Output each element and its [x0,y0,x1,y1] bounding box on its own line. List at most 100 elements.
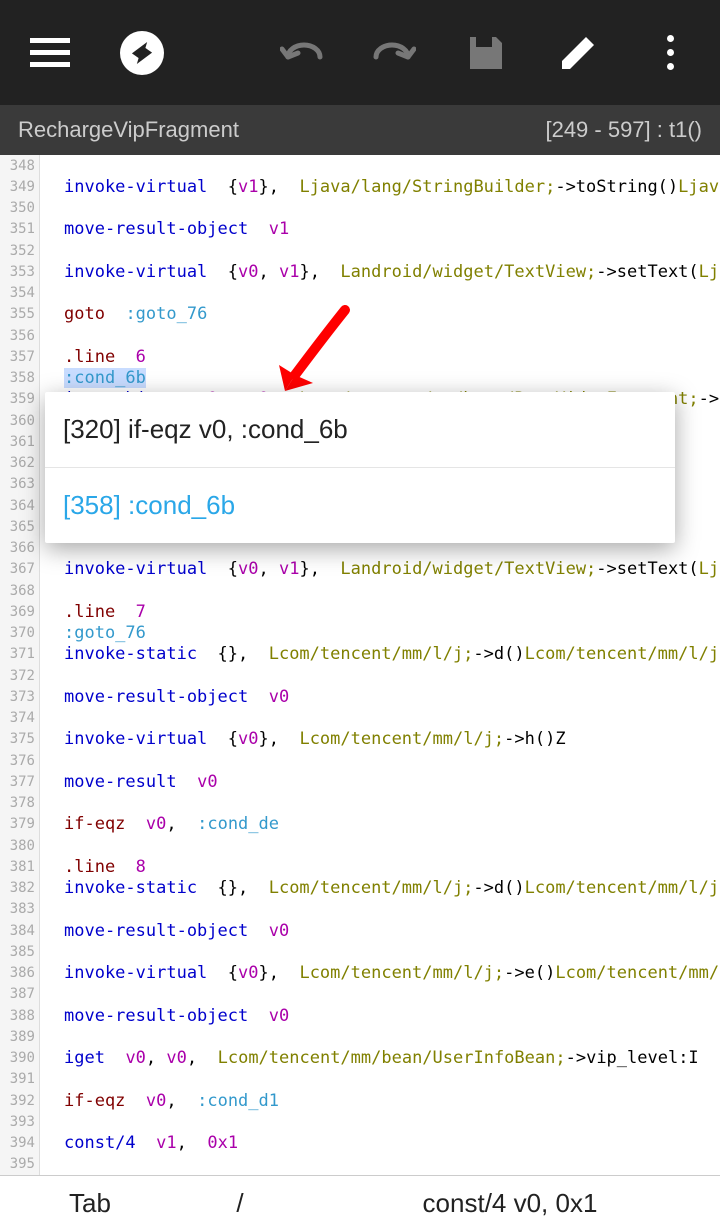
code-line[interactable]: 348 [0,155,720,176]
code-line[interactable]: 350 [0,198,720,219]
line-number: 368 [0,583,40,599]
code-line[interactable]: 374 [0,708,720,729]
line-number: 392 [0,1093,40,1109]
code-content: goto :goto_76 [40,304,720,324]
code-content: move-result-object v0 [40,687,720,707]
line-number: 386 [0,965,40,981]
code-line[interactable]: 371invoke-static {}, Lcom/tencent/mm/l/j… [0,644,720,665]
line-number: 369 [0,604,40,620]
code-line[interactable]: 357.line 6 [0,346,720,367]
code-line[interactable]: 383 [0,899,720,920]
line-number: 362 [0,455,40,471]
code-line[interactable]: 390iget v0, v0, Lcom/tencent/mm/bean/Use… [0,1048,720,1069]
code-line[interactable]: 386invoke-virtual {v0}, Lcom/tencent/mm/… [0,963,720,984]
code-line[interactable]: 385 [0,941,720,962]
code-line[interactable]: 367invoke-virtual {v0, v1}, Landroid/wid… [0,559,720,580]
code-content: const/4 v1, 0x1 [40,1133,720,1153]
redo-icon[interactable] [372,31,416,75]
code-content: .line 7 [40,602,720,622]
undo-icon[interactable] [280,31,324,75]
line-number: 361 [0,434,40,450]
line-number: 389 [0,1029,40,1045]
code-line[interactable]: 395 [0,1154,720,1175]
line-number: 355 [0,306,40,322]
code-line[interactable]: 394const/4 v1, 0x1 [0,1133,720,1154]
line-number: 380 [0,838,40,854]
code-content: :cond_6b [40,368,720,388]
code-line[interactable]: 384move-result-object v0 [0,920,720,941]
line-number: 374 [0,710,40,726]
line-number: 358 [0,370,40,386]
line-number: 357 [0,349,40,365]
code-line[interactable]: 380 [0,835,720,856]
line-number: 390 [0,1050,40,1066]
code-line[interactable]: 355goto :goto_76 [0,304,720,325]
code-line[interactable]: 389 [0,1026,720,1047]
compass-icon[interactable] [120,31,164,75]
code-line[interactable]: 372 [0,665,720,686]
code-content: move-result-object v1 [40,219,720,239]
popup-result-item[interactable]: [358] :cond_6b [45,468,675,543]
code-line[interactable]: 356 [0,325,720,346]
code-line[interactable]: 387 [0,984,720,1005]
code-line[interactable]: 377move-result v0 [0,771,720,792]
code-line[interactable]: 388move-result-object v0 [0,1005,720,1026]
code-line[interactable]: 349invoke-virtual {v1}, Ljava/lang/Strin… [0,176,720,197]
overflow-icon[interactable] [648,31,692,75]
tab-button[interactable]: Tab [0,1188,180,1219]
toolbar [0,0,720,105]
code-content: invoke-static {}, Lcom/tencent/mm/l/j;->… [40,878,720,898]
code-editor[interactable]: 348349invoke-virtual {v1}, Ljava/lang/St… [0,155,720,1175]
line-number: 388 [0,1008,40,1024]
save-icon[interactable] [464,31,508,75]
code-line[interactable]: 393 [0,1111,720,1132]
code-content: .line 8 [40,857,720,877]
edit-icon[interactable] [556,31,600,75]
bottom-toolbar: Tab / const/4 v0, 0x1 [0,1175,720,1230]
line-number: 354 [0,285,40,301]
line-number: 391 [0,1071,40,1087]
code-line[interactable]: 376 [0,750,720,771]
code-line[interactable]: 378 [0,793,720,814]
code-line[interactable]: 368 [0,580,720,601]
slash-button[interactable]: / [180,1188,300,1219]
menu-icon[interactable] [28,31,72,75]
line-number: 352 [0,243,40,259]
code-line[interactable]: 358:cond_6b [0,368,720,389]
code-line[interactable]: 370:goto_76 [0,623,720,644]
code-line[interactable]: 392if-eqz v0, :cond_d1 [0,1090,720,1111]
line-number: 365 [0,519,40,535]
code-content: move-result v0 [40,772,720,792]
code-content: .line 6 [40,347,720,367]
code-line[interactable]: 373move-result-object v0 [0,686,720,707]
line-number: 394 [0,1135,40,1151]
code-content: invoke-virtual {v0, v1}, Landroid/widget… [40,559,720,579]
line-number: 356 [0,328,40,344]
search-results-popup: [320] if-eqz v0, :cond_6b [358] :cond_6b [45,392,675,543]
code-line[interactable]: 354 [0,283,720,304]
line-number: 383 [0,901,40,917]
code-line[interactable]: 381.line 8 [0,856,720,877]
line-number: 393 [0,1114,40,1130]
code-line[interactable]: 369.line 7 [0,601,720,622]
line-number: 373 [0,689,40,705]
snippet-button[interactable]: const/4 v0, 0x1 [300,1188,720,1219]
code-line[interactable]: 375invoke-virtual {v0}, Lcom/tencent/mm/… [0,729,720,750]
popup-result-item[interactable]: [320] if-eqz v0, :cond_6b [45,392,675,468]
code-line[interactable]: 352 [0,240,720,261]
line-number: 367 [0,561,40,577]
code-line[interactable]: 382invoke-static {}, Lcom/tencent/mm/l/j… [0,878,720,899]
line-number: 349 [0,179,40,195]
line-number: 372 [0,668,40,684]
code-content: :goto_76 [40,623,720,643]
line-number: 375 [0,731,40,747]
code-line[interactable]: 353invoke-virtual {v0, v1}, Landroid/wid… [0,261,720,282]
code-content: if-eqz v0, :cond_d1 [40,1091,720,1111]
code-line[interactable]: 351move-result-object v1 [0,219,720,240]
code-line[interactable]: 379if-eqz v0, :cond_de [0,814,720,835]
file-name: RechargeVipFragment [18,117,239,143]
code-content: move-result-object v0 [40,1006,720,1026]
code-line[interactable]: 391 [0,1069,720,1090]
line-number: 377 [0,774,40,790]
code-content: invoke-virtual {v0}, Lcom/tencent/mm/l/j… [40,963,720,983]
